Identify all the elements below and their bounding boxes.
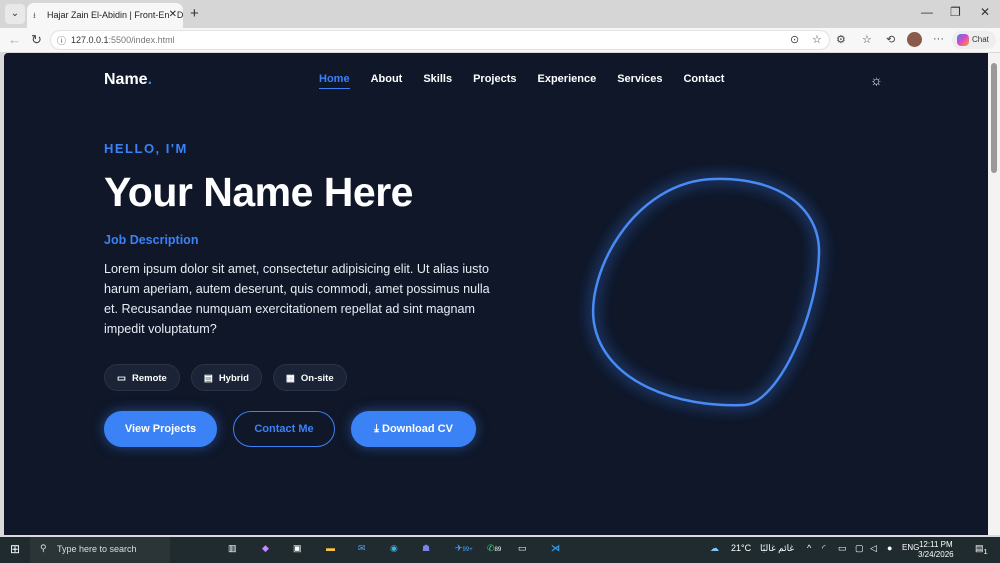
chip-hybrid: ▤ Hybrid	[190, 364, 262, 391]
reload-icon[interactable]: ↻	[31, 32, 42, 48]
download-icon: ⤓	[374, 423, 379, 435]
teams-icon[interactable]: ☗	[422, 543, 430, 554]
taskbar-search[interactable]: ⚲ Type here to search	[30, 537, 170, 563]
nav-about[interactable]: About	[371, 73, 403, 89]
minimize-button[interactable]: —	[921, 5, 933, 19]
url-path: :5500/index.html	[108, 35, 175, 45]
wifi-icon[interactable]: ◜	[822, 543, 826, 554]
whatsapp-badge: 89	[494, 547, 502, 553]
telegram-icon[interactable]: ✈99+	[455, 543, 473, 554]
copilot-chat-button[interactable]: Chat	[952, 31, 996, 49]
hero-blob-shape	[589, 174, 824, 410]
chip-remote: ▭ Remote	[104, 364, 180, 391]
history-icon[interactable]: ⟲	[886, 33, 895, 46]
vscode-icon[interactable]: ⋊	[551, 543, 560, 554]
hero-greeting: HELLO, I'M	[104, 141, 188, 156]
windows-taskbar: ⊞ ⚲ Type here to search ▥ ◆ ▣ ▬ ✉ ◉ ☗ ✈99…	[0, 537, 1000, 563]
copilot-app-icon[interactable]: ◆	[262, 543, 269, 554]
battery-icon[interactable]: ▭	[838, 543, 847, 554]
url-host: 127.0.0.1	[71, 35, 109, 45]
url-input[interactable]: ⓘ 127.0.0.1:5500/index.html	[50, 30, 830, 50]
chip-label: On-site	[300, 373, 334, 384]
favorite-star-icon[interactable]: ☆	[812, 33, 822, 46]
notifications-icon[interactable]: ▤1	[975, 543, 988, 556]
chip-onsite: ▦ On-site	[272, 364, 347, 391]
extensions-icon[interactable]: ⚙	[836, 33, 846, 46]
scrollbar-thumb[interactable]	[991, 63, 997, 173]
weather-cloud-icon[interactable]: ☁	[710, 543, 719, 554]
notification-count: 1	[983, 546, 988, 556]
site-info-icon[interactable]: ⓘ	[57, 34, 66, 47]
meet-icon[interactable]: ▢	[855, 543, 864, 554]
nav-contact[interactable]: Contact	[683, 73, 724, 89]
start-windows-icon[interactable]: ⊞	[10, 542, 20, 556]
copilot-icon	[957, 34, 969, 46]
browser-tab[interactable]: ⭳ Hajar Zain El-Abidin | Front-End De ✕	[27, 3, 183, 28]
office-icon: ▦	[285, 373, 295, 384]
restore-button[interactable]: ❐	[950, 5, 961, 19]
brand-dot: .	[147, 71, 153, 88]
clock-time: 12:11 PM	[918, 540, 953, 549]
outlook-icon[interactable]: ✉	[358, 543, 366, 554]
terminal-icon[interactable]: ▭	[518, 543, 527, 554]
more-page-options-icon[interactable]: ⊙	[790, 33, 799, 46]
clock[interactable]: 12:11 PM 3/24/2026	[918, 540, 954, 560]
chip-label: Hybrid	[218, 373, 249, 384]
page-scrollbar[interactable]	[988, 53, 1000, 535]
contact-me-button[interactable]: Contact Me	[233, 411, 335, 447]
main-nav: Home About Skills Projects Experience Se…	[319, 73, 724, 89]
brand-logo[interactable]: Name.	[104, 71, 152, 89]
new-tab-button[interactable]: +	[190, 5, 199, 22]
favicon-icon: ⭳	[33, 11, 36, 20]
close-tab-icon[interactable]: ✕	[168, 9, 177, 20]
nav-skills[interactable]: Skills	[423, 73, 452, 89]
menu-dots-icon[interactable]: ···	[933, 33, 944, 45]
download-cv-label: Download CV	[382, 423, 453, 435]
nav-projects[interactable]: Projects	[473, 73, 516, 89]
hero-actions: View Projects Contact Me ⤓ Download CV	[104, 411, 476, 447]
address-bar-row: ← ↻ ⓘ 127.0.0.1:5500/index.html ⊙ ☆ ⚙ ☆ …	[0, 28, 1000, 52]
chip-label: Remote	[131, 373, 167, 384]
nav-experience[interactable]: Experience	[538, 73, 597, 89]
store-icon[interactable]: ▣	[293, 543, 302, 554]
view-projects-button[interactable]: View Projects	[104, 411, 217, 447]
chat-label: Chat	[972, 35, 989, 44]
weather-text[interactable]: غائم غالبًا	[760, 543, 794, 554]
chevron-up-icon[interactable]: ^	[807, 543, 811, 553]
tab-title: Hajar Zain El-Abidin | Front-End De	[47, 10, 183, 20]
clock-date: 3/24/2026	[918, 550, 954, 559]
edge-icon[interactable]: ◉	[390, 543, 398, 554]
profile-avatar[interactable]	[907, 32, 922, 47]
back-icon[interactable]: ←	[8, 32, 21, 47]
browser-tab-bar: ⌄ ⭳ Hajar Zain El-Abidin | Front-End De …	[0, 0, 1000, 28]
laptop-icon: ▭	[117, 373, 126, 384]
telegram-badge: 99+	[462, 547, 473, 553]
close-window-button[interactable]: ✕	[980, 5, 990, 19]
language-indicator[interactable]: ENG	[902, 543, 919, 552]
nav-services[interactable]: Services	[617, 73, 662, 89]
hero-job: Job Description	[104, 233, 199, 247]
volume-icon[interactable]: ◁	[870, 543, 877, 554]
microphone-icon[interactable]: ●	[887, 543, 892, 553]
hero-name: Your Name Here	[104, 169, 413, 215]
tab-list-button[interactable]: ⌄	[5, 4, 25, 24]
theme-toggle-sun-icon[interactable]: ☼	[870, 72, 883, 88]
file-explorer-icon[interactable]: ▬	[326, 543, 335, 553]
search-icon: ⚲	[40, 543, 47, 553]
portfolio-page: Name. Home About Skills Projects Experie…	[4, 53, 988, 535]
building-icon: ▤	[203, 373, 213, 384]
task-view-icon[interactable]: ▥	[228, 543, 237, 554]
search-placeholder: Type here to search	[57, 544, 137, 554]
hero-description: Lorem ipsum dolor sit amet, consectetur …	[104, 262, 490, 336]
brand-text: Name	[104, 71, 148, 88]
whatsapp-icon[interactable]: ✆89	[487, 543, 501, 554]
weather-temp[interactable]: 21°C	[731, 543, 751, 553]
nav-home[interactable]: Home	[319, 73, 350, 89]
favorites-icon[interactable]: ☆	[862, 33, 872, 46]
work-mode-chips: ▭ Remote ▤ Hybrid ▦ On-site	[104, 364, 347, 391]
download-cv-button[interactable]: ⤓ Download CV	[351, 411, 476, 447]
